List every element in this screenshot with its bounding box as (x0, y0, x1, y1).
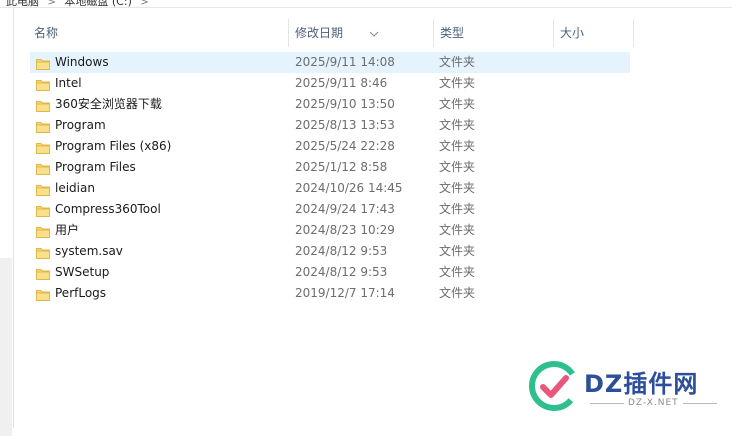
file-date: 2025/9/10 13:50 (295, 97, 395, 111)
file-type: 文件夹 (439, 223, 476, 237)
folder-icon (36, 224, 50, 238)
file-date: 2024/8/12 9:53 (295, 244, 388, 258)
watermark-subtitle: DZ-X.NET (628, 398, 679, 408)
folder-icon (36, 161, 50, 175)
file-name: 用户 (55, 223, 80, 237)
file-name: PerfLogs (55, 286, 107, 300)
sort-arrow-icon (369, 31, 379, 37)
file-name: Program Files (x86) (55, 139, 172, 153)
file-list: Windows 2025/9/11 14:08 文件夹 Intel 2025/9/11 … (30, 52, 630, 304)
breadcrumb-item-this-pc[interactable]: 此电脑 (4, 0, 41, 7)
watermark-title: DZ插件网 (584, 370, 699, 398)
navigation-pane (0, 8, 14, 436)
file-row[interactable]: PerfLogs 2019/12/7 17:14 文件夹 (30, 283, 630, 304)
file-row[interactable]: Program Files 2025/1/12 8:58 文件夹 (30, 157, 630, 178)
file-row[interactable]: 360安全浏览器下载 2025/9/10 13:50 文件夹 (30, 94, 630, 115)
chevron-right-icon[interactable]: > (137, 0, 151, 7)
file-name: Windows (55, 55, 109, 69)
folder-icon (36, 287, 50, 301)
folder-icon (36, 266, 50, 280)
file-date: 2025/8/13 13:53 (295, 118, 395, 132)
breadcrumb-item-local-disk[interactable]: 本地磁盘 (C:) (62, 0, 133, 7)
file-date: 2025/9/11 8:46 (295, 76, 388, 90)
folder-icon (36, 56, 50, 70)
file-type: 文件夹 (439, 181, 476, 195)
file-date: 2024/8/23 10:29 (295, 223, 395, 237)
file-type: 文件夹 (439, 202, 476, 216)
file-row[interactable]: Compress360Tool 2024/9/24 17:43 文件夹 (30, 199, 630, 220)
file-type: 文件夹 (439, 55, 476, 69)
file-name: Program Files (55, 160, 136, 174)
file-row[interactable]: Intel 2025/9/11 8:46 文件夹 (30, 73, 630, 94)
navigation-scrollbar[interactable] (0, 258, 12, 436)
chevron-right-icon[interactable]: > (45, 0, 59, 7)
file-date: 2024/10/26 14:45 (295, 181, 403, 195)
file-name: SWSetup (55, 265, 110, 279)
file-type: 文件夹 (439, 118, 476, 132)
file-type: 文件夹 (439, 265, 476, 279)
file-type: 文件夹 (439, 244, 476, 258)
file-name: Program (55, 118, 106, 132)
file-row[interactable]: system.sav 2024/8/12 9:53 文件夹 (30, 241, 630, 262)
file-type: 文件夹 (439, 97, 476, 111)
file-name: 360安全浏览器下载 (55, 97, 162, 111)
file-row[interactable]: Program 2025/8/13 13:53 文件夹 (30, 115, 630, 136)
file-date: 2025/9/11 14:08 (295, 55, 395, 69)
column-header-date[interactable]: 修改日期 (289, 19, 434, 47)
file-type: 文件夹 (439, 139, 476, 153)
file-date: 2024/9/24 17:43 (295, 202, 395, 216)
file-date: 2025/5/24 22:28 (295, 139, 395, 153)
file-row[interactable]: SWSetup 2024/8/12 9:53 文件夹 (30, 262, 630, 283)
column-header-size[interactable]: 大小 (554, 19, 634, 47)
folder-icon (36, 140, 50, 154)
folder-icon (36, 245, 50, 259)
file-date: 2019/12/7 17:14 (295, 286, 395, 300)
file-name: system.sav (55, 244, 123, 258)
file-row[interactable]: 用户 2024/8/23 10:29 文件夹 (30, 220, 630, 241)
file-row[interactable]: leidian 2024/10/26 14:45 文件夹 (30, 178, 630, 199)
folder-icon (36, 182, 50, 196)
column-header-row: 名称 修改日期 类型 大小 (14, 19, 634, 47)
file-row[interactable]: Program Files (x86) 2025/5/24 22:28 文件夹 (30, 136, 630, 157)
folder-icon (36, 98, 50, 112)
watermark: DZ插件网 DZ-X.NET (528, 358, 728, 414)
file-type: 文件夹 (439, 160, 476, 174)
file-type: 文件夹 (439, 286, 476, 300)
column-header-type[interactable]: 类型 (434, 19, 554, 47)
file-name: Compress360Tool (55, 202, 161, 216)
folder-icon (36, 203, 50, 217)
watermark-logo (529, 361, 579, 411)
file-type: 文件夹 (439, 76, 476, 90)
file-name: Intel (55, 76, 82, 90)
file-name: leidian (55, 181, 95, 195)
folder-icon (36, 119, 50, 133)
file-date: 2025/1/12 8:58 (295, 160, 388, 174)
folder-icon (36, 77, 50, 91)
watermark-subtitle-row: DZ-X.NET (586, 398, 721, 408)
breadcrumb: 此电脑 > 本地磁盘 (C:) > (0, 0, 732, 8)
file-row[interactable]: Windows 2025/9/11 14:08 文件夹 (30, 52, 630, 73)
file-date: 2024/8/12 9:53 (295, 265, 388, 279)
column-header-name[interactable]: 名称 (14, 19, 289, 47)
